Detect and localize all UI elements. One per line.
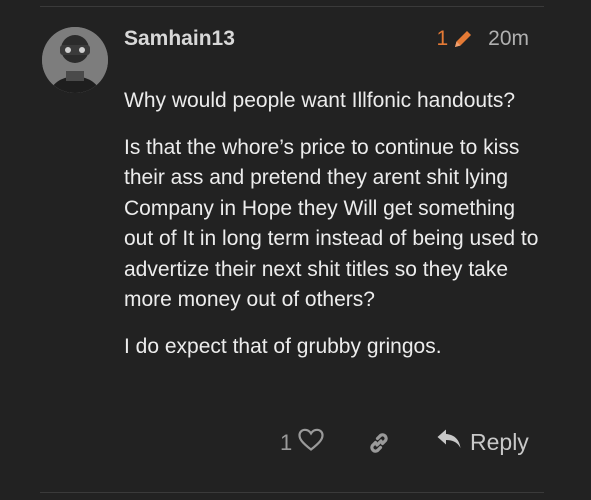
post-age[interactable]: 20m <box>488 27 529 51</box>
reply-button[interactable]: Reply <box>436 428 529 456</box>
reply-arrow-icon <box>436 428 470 456</box>
post-actions: 1 Reply <box>0 428 591 462</box>
post-paragraph: Is that the whore’s price to continue to… <box>124 135 539 312</box>
edit-count[interactable]: 1 <box>436 27 448 51</box>
bottom-divider <box>40 492 544 493</box>
like-button[interactable]: 1 <box>280 428 324 458</box>
post-paragraph: I do expect that of grubby gringos. <box>124 334 442 358</box>
top-divider <box>40 6 544 7</box>
heart-icon <box>298 428 324 458</box>
username[interactable]: Samhain13 <box>124 27 235 51</box>
post-body: Why would people want Illfonic handouts?… <box>124 86 544 378</box>
link-icon <box>366 433 392 460</box>
avatar[interactable] <box>42 27 108 93</box>
post-paragraph: Why would people want Illfonic handouts? <box>124 89 516 112</box>
share-link-button[interactable] <box>366 430 392 461</box>
like-count: 1 <box>280 430 293 455</box>
reply-label: Reply <box>470 428 529 455</box>
post-meta: 1 20m <box>436 27 529 51</box>
pencil-icon[interactable] <box>452 28 474 50</box>
